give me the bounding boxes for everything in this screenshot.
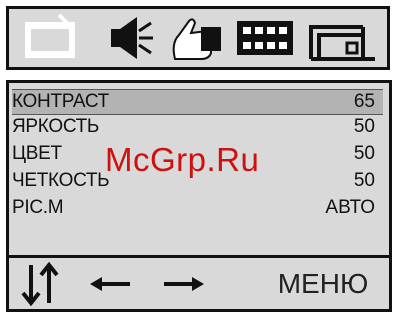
picture-icon[interactable] bbox=[23, 9, 81, 67]
right-arrow-icon bbox=[161, 259, 207, 309]
menu-item-value: АВТО bbox=[325, 197, 375, 218]
up-down-arrows-icon bbox=[17, 259, 65, 309]
menu-item-brightness[interactable]: ЯРКОСТЬ 50 bbox=[12, 115, 383, 139]
picture-menu-panel: КОНТРАСТ 65 ЯРКОСТЬ 50 ЦВЕТ 50 ЧЕТКОСТЬ … bbox=[6, 80, 392, 312]
menu-item-contrast[interactable]: КОНТРАСТ 65 bbox=[12, 89, 383, 115]
footer-divider bbox=[9, 255, 389, 258]
menu-button-hint: МЕНЮ bbox=[263, 259, 383, 309]
channel-icon[interactable] bbox=[233, 9, 297, 67]
menu-item-value: 50 bbox=[353, 143, 375, 164]
menu-item-value: 50 bbox=[353, 170, 375, 191]
menu-item-value: 50 bbox=[353, 116, 375, 137]
menu-footer: МЕНЮ bbox=[9, 259, 389, 309]
menu-item-picture-mode[interactable]: PIC.M АВТО bbox=[12, 196, 383, 220]
menu-label: МЕНЮ bbox=[277, 268, 369, 299]
function-icon[interactable] bbox=[167, 9, 227, 67]
left-arrow-icon bbox=[87, 259, 133, 309]
menu-icon-bar bbox=[6, 6, 390, 70]
menu-item-label: КОНТРАСТ bbox=[12, 91, 109, 112]
menu-item-label: ЧЕТКОСТЬ bbox=[12, 170, 110, 191]
menu-item-label: PIC.M bbox=[12, 197, 64, 218]
setup-icon[interactable] bbox=[307, 9, 379, 67]
menu-item-value: 65 bbox=[353, 91, 375, 112]
sound-icon[interactable] bbox=[103, 9, 157, 67]
watermark: McGrp.Ru bbox=[105, 141, 260, 178]
menu-item-label: ЯРКОСТЬ bbox=[12, 116, 100, 137]
menu-item-label: ЦВЕТ bbox=[12, 143, 62, 164]
